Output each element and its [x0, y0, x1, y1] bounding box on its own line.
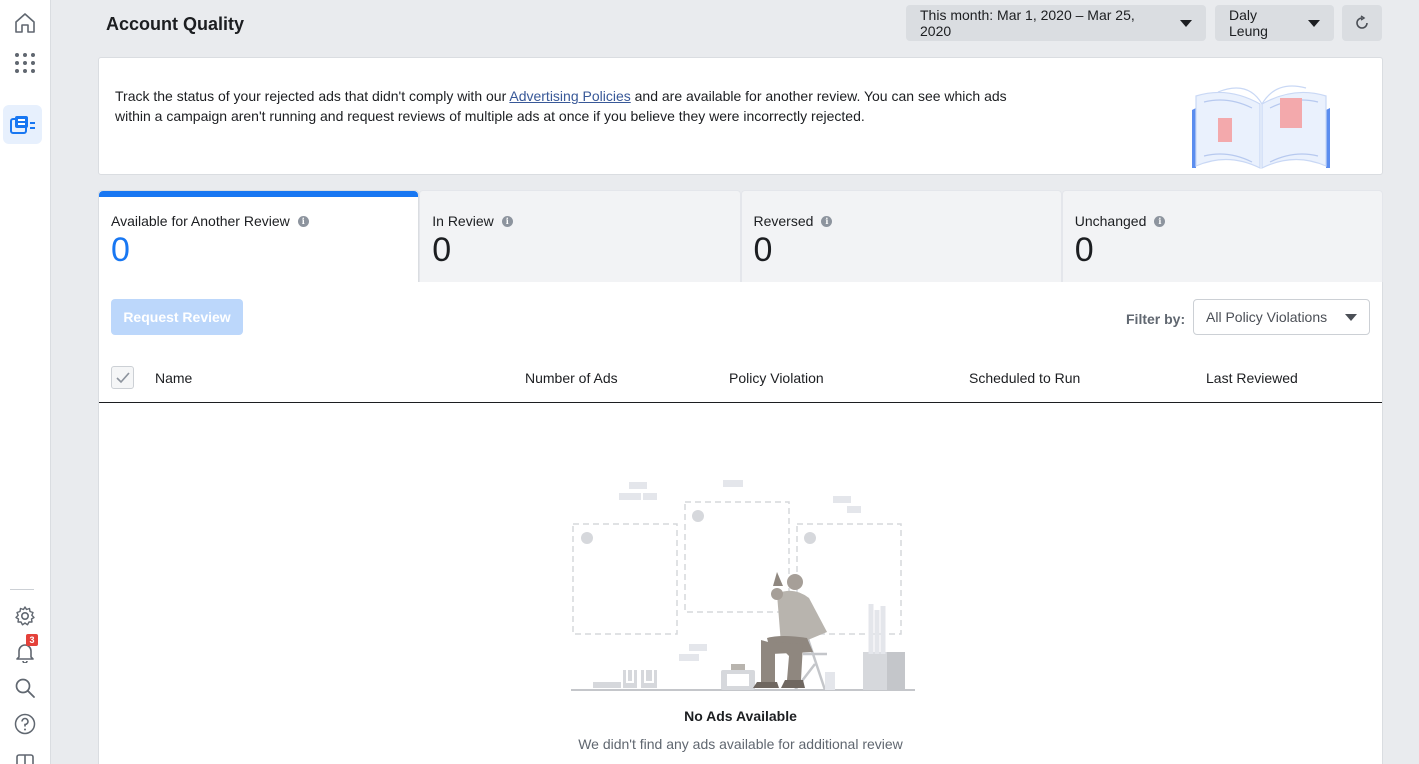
column-header-name[interactable]: Name	[155, 370, 192, 386]
info-text-start: Track the status of your rejected ads th…	[115, 88, 510, 104]
filter-value: All Policy Violations	[1206, 309, 1328, 325]
refresh-icon	[1356, 15, 1368, 29]
column-header-policy-violation[interactable]: Policy Violation	[729, 370, 824, 386]
chevron-down-icon	[1345, 313, 1357, 321]
date-range-dropdown[interactable]: This month: Mar 1, 2020 – Mar 25, 2020	[906, 5, 1206, 41]
tab-count: 0	[753, 231, 773, 269]
empty-state-subtitle: We didn't find any ads available for add…	[578, 736, 903, 752]
left-rail: 3	[0, 0, 51, 764]
info-icon[interactable]: i	[821, 215, 833, 227]
notification-badge: 3	[26, 634, 38, 646]
refresh-button[interactable]	[1342, 5, 1382, 41]
status-tabs: Available for Another Review i 0 In Revie…	[98, 190, 1383, 283]
help-icon[interactable]	[6, 705, 44, 743]
tab-label: In Review	[432, 213, 494, 229]
empty-state-illustration	[571, 474, 917, 699]
filter-label: Filter by:	[1126, 311, 1186, 327]
book-illustration	[1188, 82, 1334, 177]
advertising-policies-link[interactable]: Advertising Policies	[509, 88, 630, 104]
info-icon[interactable]: i	[501, 215, 513, 227]
column-header-last-reviewed[interactable]: Last Reviewed	[1206, 370, 1298, 386]
apps-grid-icon[interactable]	[6, 44, 44, 82]
account-name: Daly Leung	[1229, 7, 1268, 39]
bell-icon[interactable]: 3	[6, 633, 44, 671]
chevron-down-icon	[1180, 19, 1192, 27]
policy-filter-dropdown[interactable]: All Policy Violations	[1193, 299, 1370, 335]
table-header: Name Number of Ads Policy Violation Sche…	[99, 352, 1382, 403]
tab-count: 0	[432, 231, 452, 269]
tab-count: 0	[1074, 231, 1094, 269]
tab-unchanged[interactable]: Unchanged i 0	[1061, 190, 1383, 283]
search-icon[interactable]	[6, 669, 44, 707]
info-icon[interactable]: i	[1154, 215, 1166, 227]
tab-label: Reversed	[753, 213, 814, 229]
tab-reversed[interactable]: Reversed i 0	[740, 190, 1062, 283]
select-all-checkbox[interactable]	[111, 366, 134, 389]
gear-icon[interactable]	[6, 597, 44, 635]
account-dropdown[interactable]: Daly Leung	[1215, 5, 1334, 41]
rail-divider	[10, 589, 34, 590]
request-review-button[interactable]: Request Review	[111, 299, 243, 335]
page-title: Account Quality	[106, 14, 245, 34]
chevron-down-icon	[1308, 19, 1320, 27]
info-card: Track the status of your rejected ads th…	[98, 57, 1383, 175]
empty-state-title: No Ads Available	[684, 708, 797, 724]
home-icon[interactable]	[6, 4, 44, 42]
column-header-number-of-ads[interactable]: Number of Ads	[525, 370, 618, 386]
date-range-label: This month: Mar 1, 2020 – Mar 25, 2020	[920, 7, 1135, 39]
account-quality-icon[interactable]	[3, 105, 42, 144]
tab-label: Available for Another Review	[111, 213, 290, 229]
tab-in-review[interactable]: In Review i 0	[419, 190, 741, 283]
tab-count: 0	[111, 231, 130, 269]
info-icon[interactable]: i	[297, 215, 309, 227]
tab-available-for-review[interactable]: Available for Another Review i 0	[98, 190, 420, 283]
results-panel: Request Review Filter by: All Policy Vio…	[98, 282, 1383, 764]
panel-toggle-icon[interactable]	[6, 743, 44, 764]
checkmark-icon	[115, 371, 130, 383]
info-description: Track the status of your rejected ads th…	[115, 86, 1015, 126]
tab-label: Unchanged	[1074, 213, 1147, 229]
column-header-scheduled-to-run[interactable]: Scheduled to Run	[969, 370, 1080, 386]
